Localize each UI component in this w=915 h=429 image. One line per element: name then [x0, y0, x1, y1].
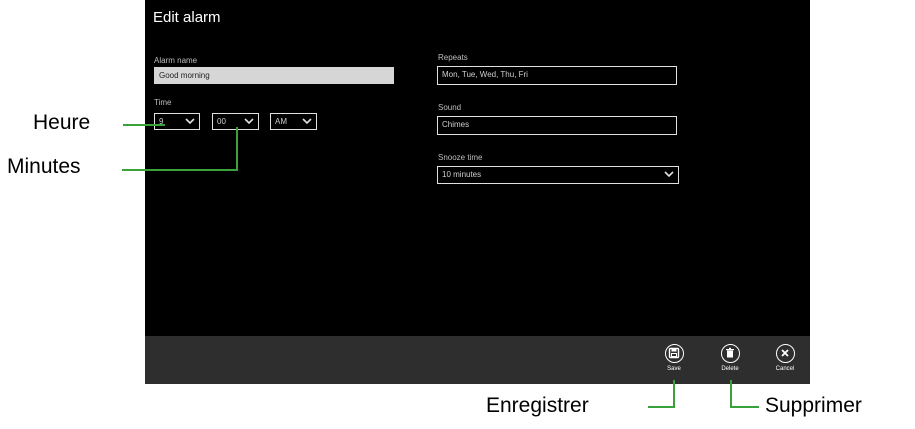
minutes-leader-line [122, 127, 238, 171]
callout-minutes: Minutes [7, 155, 81, 178]
callout-lines [122, 124, 759, 408]
enregistrer-leader-line [648, 380, 675, 408]
callout-supprimer: Supprimer [765, 394, 862, 417]
supprimer-leader-line [730, 380, 759, 408]
callout-heure: Heure [33, 111, 91, 134]
callout-enregistrer: Enregistrer [486, 394, 589, 417]
